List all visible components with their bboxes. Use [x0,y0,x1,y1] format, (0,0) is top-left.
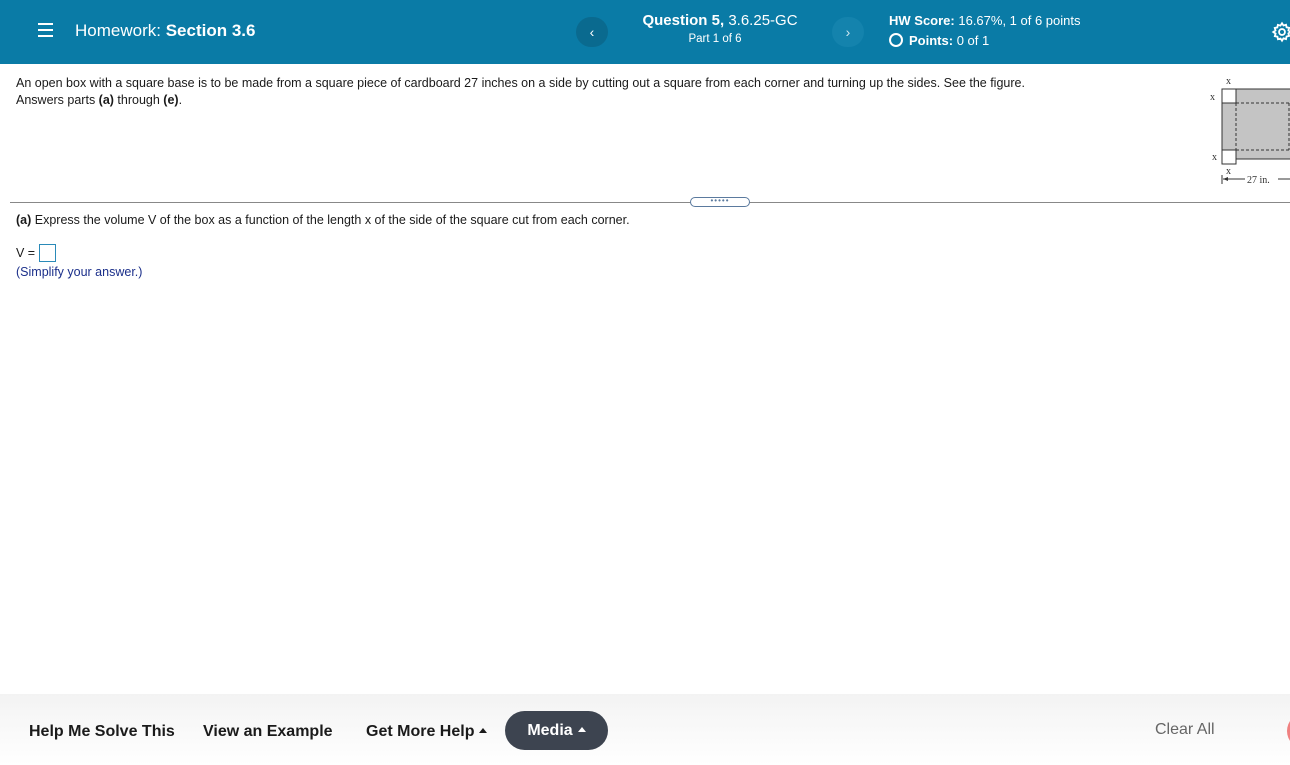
answer-row: V = [16,244,57,262]
question-title: Question 5, 3.6.25-GC [620,12,820,29]
question-id: 3.6.25-GC [728,12,798,29]
section-divider [10,202,1290,203]
problem-text-line2: Answers parts (a) through (e). [16,92,183,107]
chevron-left-icon: ‹ [589,24,595,40]
top-header: Homework: Section 3.6 ‹ Question 5, 3.6.… [0,0,1290,64]
question-label: Question 5, [642,12,725,29]
previous-question-button[interactable]: ‹ [576,17,608,47]
question-part: Part 1 of 6 [688,33,742,45]
points-value: 0 of 1 [956,33,990,48]
section-title: Section 3.6 [165,21,256,40]
problem-statement: An open box with a square base is to be … [16,75,1166,108]
dimension-label: 27 in. [1247,175,1270,186]
x-label-bottom: x [1226,166,1231,177]
hw-score: HW Score: 16.67%, 1 of 6 points [889,13,1081,28]
hw-score-label: HW Score: [889,13,955,28]
points-label: Points: [909,33,954,48]
help-me-solve-button[interactable]: Help Me Solve This [29,723,175,741]
problem-text-line1: An open box with a square base is to be … [16,76,1025,90]
x-label-side-bottom: x [1212,152,1217,163]
media-button[interactable]: Media [505,711,608,750]
pane-splitter-handle[interactable]: ••••• [690,197,750,207]
chevron-right-icon: › [845,24,851,40]
x-label-top: x [1226,76,1231,87]
dimension-arrowhead [1223,177,1228,181]
hw-score-value: 16.67%, 1 of 6 points [958,13,1081,28]
points-circle-icon [889,33,903,47]
caret-up-icon [479,728,488,733]
caret-up-icon [577,727,586,732]
x-label-side-top: x [1210,92,1215,103]
answer-prefix: V = [16,246,36,260]
volume-answer-input[interactable] [39,244,57,262]
part-a-label: (a) [16,213,32,227]
footer-toolbar: Help Me Solve This View an Example Get M… [0,694,1290,765]
clear-all-button[interactable]: Clear All [1155,721,1215,739]
get-more-help-button[interactable]: Get More Help [366,723,488,741]
corner-cut-bottom [1221,149,1237,165]
get-more-help-label: Get More Help [366,723,475,740]
cardboard-figure: x x x x 27 in. [1210,76,1290,186]
part-a-text: Express the volume V of the box as a fun… [31,213,630,227]
splitter-dots-icon: ••••• [710,196,730,205]
media-label: Media [527,722,573,739]
view-example-button[interactable]: View an Example [203,723,333,741]
part-a-prompt: (a) Express the volume V of the box as a… [16,213,630,227]
simplify-hint: (Simplify your answer.) [16,265,143,279]
homework-title: Homework: Section 3.6 [75,21,255,41]
gear-icon[interactable] [1271,21,1290,43]
corner-cut-top [1221,88,1237,104]
hamburger-menu-icon[interactable] [38,23,53,39]
next-question-button[interactable]: › [832,17,864,47]
question-points: Points: 0 of 1 [889,33,989,48]
homework-label: Homework: [75,21,161,40]
